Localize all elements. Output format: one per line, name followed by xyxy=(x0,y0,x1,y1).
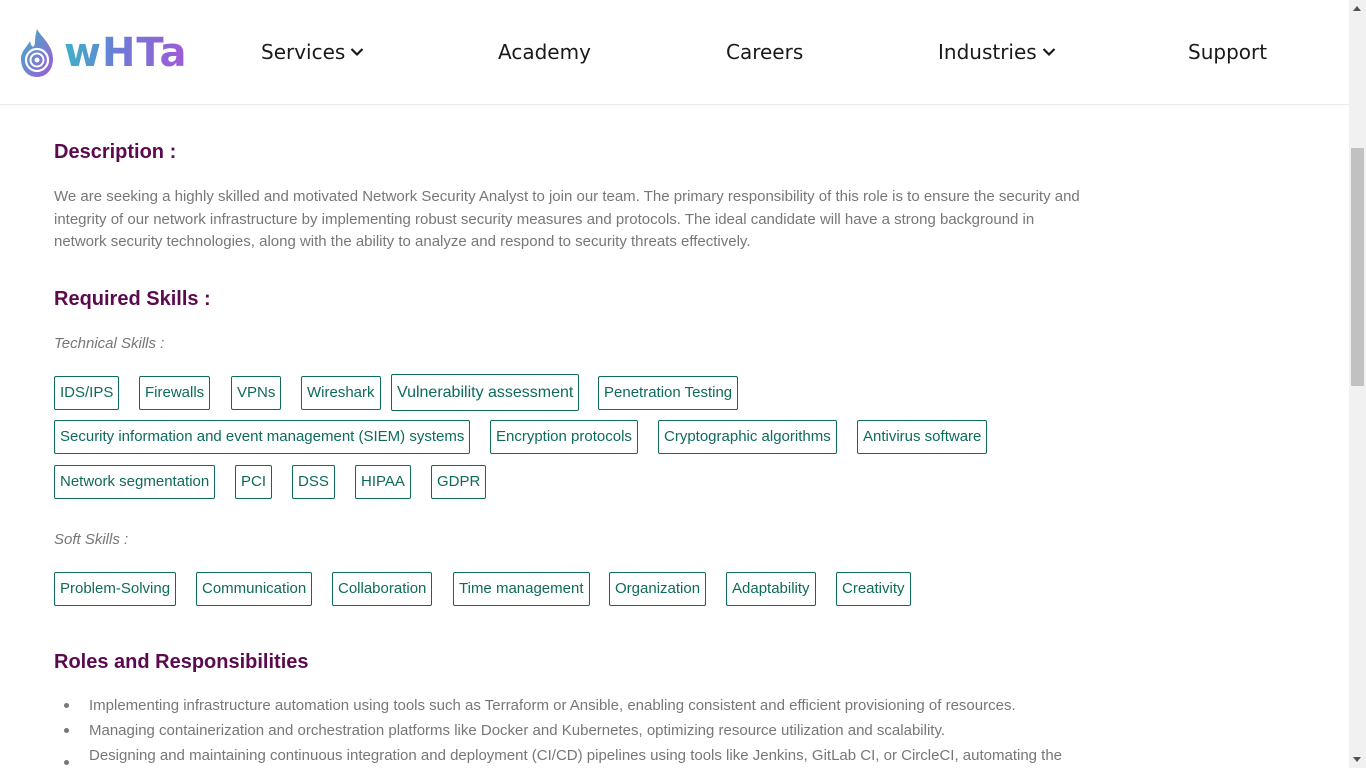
skill-tag[interactable]: GDPR xyxy=(431,465,487,499)
soft-skills-label: Soft Skills : xyxy=(54,531,129,548)
soft-skill-tag[interactable]: Organization xyxy=(609,572,707,606)
skill-tag[interactable]: Security information and event managemen… xyxy=(54,420,471,454)
list-item: Implementing infrastructure automation u… xyxy=(54,693,1094,718)
chevron-down-icon xyxy=(351,48,364,57)
description-text: We are seeking a highly skilled and moti… xyxy=(54,188,1080,250)
nav-careers[interactable]: Careers xyxy=(726,38,803,66)
description-heading: Description : xyxy=(54,141,177,163)
skill-tag[interactable]: PCI xyxy=(235,465,273,499)
nav-academy-label: Academy xyxy=(498,40,591,64)
vertical-scrollbar[interactable] xyxy=(1349,0,1366,768)
scroll-down-icon[interactable] xyxy=(1353,757,1361,762)
skill-tag[interactable]: Cryptographic algorithms xyxy=(658,420,837,454)
nav-services[interactable]: Services xyxy=(261,38,364,66)
nav-careers-label: Careers xyxy=(726,40,804,64)
bullet-icon xyxy=(64,703,69,708)
logo[interactable]: wHTa xyxy=(17,26,188,80)
list-item-text: Implementing infrastructure automation u… xyxy=(89,697,1016,714)
skill-tag[interactable]: Wireshark xyxy=(301,376,381,410)
skill-tag[interactable]: Penetration Testing xyxy=(598,376,739,410)
logo-text: wHTa xyxy=(64,27,188,79)
bullet-icon xyxy=(64,760,69,765)
responsibilities-list: Implementing infrastructure automation u… xyxy=(54,693,1094,768)
skill-tag[interactable]: VPNs xyxy=(231,376,282,410)
required-skills-heading: Required Skills : xyxy=(54,288,211,310)
skill-tag[interactable]: Network segmentation xyxy=(54,465,216,499)
skill-tag[interactable]: IDS/IPS xyxy=(54,376,120,410)
nav-industries-label: Industries xyxy=(938,40,1037,64)
list-item: Designing and maintaining continuous int… xyxy=(54,743,1094,768)
soft-skill-tag[interactable]: Adaptability xyxy=(726,572,816,606)
soft-skill-tag[interactable]: Problem-Solving xyxy=(54,572,177,606)
list-item-text: Designing and maintaining continuous int… xyxy=(89,747,1063,764)
site-header: wHTa Services Academy Careers Industries… xyxy=(0,0,1349,105)
scrollbar-thumb[interactable] xyxy=(1351,148,1364,386)
nav-services-label: Services xyxy=(261,40,346,64)
chevron-down-icon xyxy=(1042,48,1055,57)
technical-skills-label: Technical Skills : xyxy=(54,335,165,352)
nav-academy[interactable]: Academy xyxy=(498,38,591,66)
scroll-up-icon[interactable] xyxy=(1353,6,1361,11)
skill-tag[interactable]: HIPAA xyxy=(355,465,411,499)
soft-skill-tag[interactable]: Communication xyxy=(196,572,313,606)
nav-support-label: Support xyxy=(1188,40,1268,64)
nav-industries[interactable]: Industries xyxy=(938,38,1056,66)
soft-skill-tag[interactable]: Time management xyxy=(453,572,590,606)
list-item-text: Managing containerization and orchestrat… xyxy=(89,722,946,739)
soft-skill-tag[interactable]: Collaboration xyxy=(332,572,433,606)
skill-tag[interactable]: DSS xyxy=(292,465,335,499)
skill-tag[interactable]: Vulnerability assessment xyxy=(391,374,580,411)
soft-skill-tag[interactable]: Creativity xyxy=(836,572,911,606)
skill-tag[interactable]: Firewalls xyxy=(139,376,211,410)
skill-tag[interactable]: Antivirus software xyxy=(857,420,988,454)
roles-heading: Roles and Responsibilities xyxy=(54,651,309,673)
skill-tag[interactable]: Encryption protocols xyxy=(490,420,638,454)
list-item: Managing containerization and orchestrat… xyxy=(54,718,1094,743)
nav-support[interactable]: Support xyxy=(1188,38,1267,66)
flame-spiral-logo-icon xyxy=(21,29,53,77)
bullet-icon xyxy=(64,728,69,733)
